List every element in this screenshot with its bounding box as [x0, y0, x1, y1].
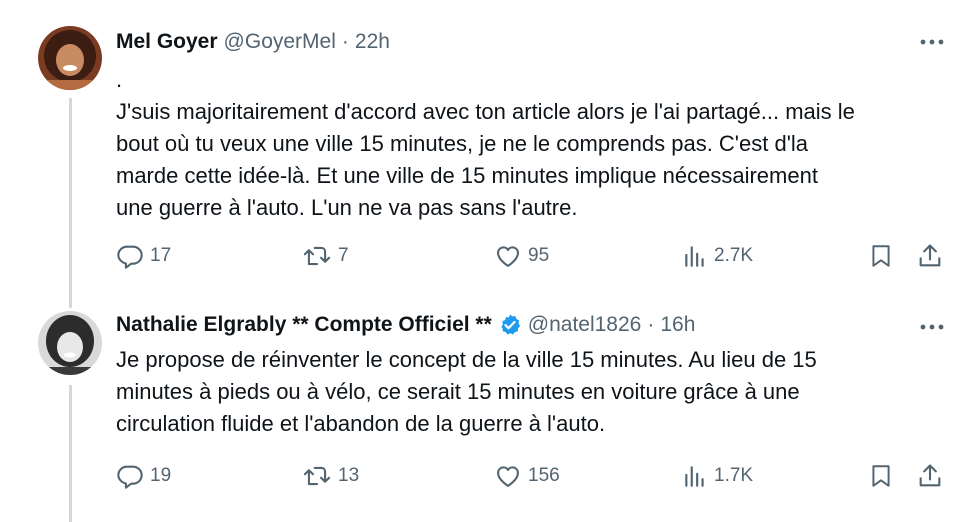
separator: · — [341, 30, 349, 53]
retweet-count: 13 — [338, 465, 360, 486]
reply-count: 19 — [150, 465, 172, 486]
share-button[interactable] — [916, 242, 944, 270]
retweet-icon — [302, 462, 332, 490]
tweet-text: Je propose de réinventer le concept de l… — [116, 344, 956, 440]
author-name[interactable]: Nathalie Elgrably ** Compte Officiel ** — [116, 313, 492, 337]
tweet-header: Mel Goyer @GoyerMel · 22h — [116, 30, 390, 54]
reply-icon — [116, 462, 144, 490]
like-count: 95 — [528, 245, 550, 266]
more-icon[interactable] — [918, 30, 946, 54]
views-count: 2.7K — [714, 245, 754, 266]
like-count: 156 — [528, 465, 560, 486]
reply-button[interactable]: 19 — [116, 462, 171, 490]
reply-count: 17 — [150, 245, 172, 266]
views-button[interactable]: 2.7K — [682, 242, 753, 270]
timestamp[interactable]: 16h — [660, 313, 695, 337]
share-button[interactable] — [916, 462, 944, 490]
author-handle[interactable]: @natel1826 — [528, 313, 642, 337]
avatar[interactable] — [38, 311, 102, 375]
avatar[interactable] — [38, 26, 102, 90]
tweet-text-line: bout où tu veux une ville 15 minutes, je… — [116, 131, 809, 156]
reply-icon — [116, 242, 144, 270]
tweet-text-line: . — [116, 67, 123, 92]
like-icon — [494, 462, 522, 490]
tweet-text-line: Je propose de réinventer le concept de l… — [116, 347, 817, 372]
more-icon[interactable] — [918, 315, 946, 339]
thread-line — [69, 98, 72, 308]
timestamp[interactable]: 22h — [355, 30, 390, 54]
author-name[interactable]: Mel Goyer — [116, 30, 218, 54]
action-bar: 17 7 95 2.7K — [116, 242, 946, 272]
separator: · — [647, 313, 655, 336]
retweet-icon — [302, 242, 332, 270]
bookmark-button[interactable] — [868, 242, 894, 270]
verified-badge-icon — [498, 313, 522, 337]
like-button[interactable]: 95 — [494, 242, 549, 270]
like-button[interactable]: 156 — [494, 462, 560, 490]
action-bar: 19 13 156 1.7K — [116, 462, 946, 492]
retweet-button[interactable]: 13 — [302, 462, 359, 490]
bookmark-icon — [868, 462, 894, 490]
author-handle[interactable]: @GoyerMel — [224, 30, 336, 54]
tweet-text: . J'suis majoritairement d'accord avec t… — [116, 64, 956, 224]
views-icon — [682, 242, 708, 270]
tweet-text-line: circulation fluide et l'abandon de la gu… — [116, 411, 606, 436]
retweet-count: 7 — [338, 245, 349, 266]
views-count: 1.7K — [714, 465, 754, 486]
share-icon — [916, 242, 944, 270]
bookmark-icon — [868, 242, 894, 270]
share-icon — [916, 462, 944, 490]
views-button[interactable]: 1.7K — [682, 462, 753, 490]
thread-line — [69, 385, 72, 522]
reply-button[interactable]: 17 — [116, 242, 171, 270]
tweet-text-line: une guerre à l'auto. L'un ne va pas sans… — [116, 195, 578, 220]
like-icon — [494, 242, 522, 270]
retweet-button[interactable]: 7 — [302, 242, 349, 270]
bookmark-button[interactable] — [868, 462, 894, 490]
tweet-text-line: minutes à pieds ou à vélo, ce serait 15 … — [116, 379, 800, 404]
views-icon — [682, 462, 708, 490]
tweet-text-line: J'suis majoritairement d'accord avec ton… — [116, 99, 855, 124]
tweet-header: Nathalie Elgrably ** Compte Officiel ** … — [116, 313, 695, 337]
tweet-text-line: marde cette idée-là. Et une ville de 15 … — [116, 163, 818, 188]
